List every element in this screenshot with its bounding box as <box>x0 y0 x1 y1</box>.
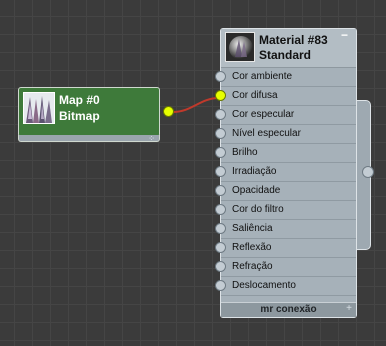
material-node-type: Standard <box>259 48 312 62</box>
map-output-socket[interactable] <box>163 106 174 117</box>
map-node-footer <box>18 135 160 142</box>
mr-connection-rollout[interactable]: mr conexão + <box>221 302 356 317</box>
slot-cor-ambiente[interactable]: Cor ambiente <box>215 68 356 87</box>
material-node-header[interactable]: Material #83 Standard − <box>221 29 356 68</box>
slot-label: Nível especular <box>232 128 301 139</box>
minus-icon[interactable]: − <box>341 29 351 41</box>
input-socket[interactable] <box>215 71 226 82</box>
slot-label: Irradiação <box>232 166 277 177</box>
map-node[interactable]: Map #0 Bitmap ⁘ <box>18 87 160 143</box>
slot-saliencia[interactable]: Saliência <box>215 220 356 239</box>
slot-irradiacao[interactable]: Irradiação <box>215 163 356 182</box>
input-socket[interactable] <box>215 242 226 253</box>
slot-refracao[interactable]: Refração <box>215 258 356 277</box>
resize-grip-icon[interactable]: ⁘ <box>148 135 155 143</box>
input-socket[interactable] <box>215 109 226 120</box>
slot-label: Cor difusa <box>232 90 278 101</box>
slot-cor-especular[interactable]: Cor especular <box>215 106 356 125</box>
slot-label: Refração <box>232 261 273 272</box>
slot-label: Saliência <box>232 223 273 234</box>
footer-label: mr conexão <box>260 304 317 315</box>
slot-opacidade[interactable]: Opacidade <box>215 182 356 201</box>
map-node-title: Map #0 <box>59 93 100 107</box>
input-socket[interactable] <box>215 223 226 234</box>
map-node-type: Bitmap <box>59 109 100 123</box>
slot-label: Deslocamento <box>232 280 296 291</box>
slot-label: Reflexão <box>232 242 272 253</box>
input-socket[interactable] <box>215 128 226 139</box>
bitmap-thumbnail <box>23 92 55 124</box>
slot-brilho[interactable]: Brilho <box>215 144 356 163</box>
material-node-title: Material #83 <box>259 33 328 47</box>
input-socket[interactable] <box>215 280 226 291</box>
slot-label: Cor especular <box>232 109 295 120</box>
slot-cor-do-filtro[interactable]: Cor do filtro <box>215 201 356 220</box>
slot-nivel-especular[interactable]: Nível especular <box>215 125 356 144</box>
material-output-socket[interactable] <box>362 166 374 178</box>
material-thumbnail <box>225 32 255 62</box>
material-node[interactable]: Material #83 Standard − Cor ambiente Cor… <box>215 28 357 318</box>
slot-deslocamento[interactable]: Deslocamento <box>215 277 356 296</box>
input-socket[interactable] <box>215 261 226 272</box>
input-socket[interactable] <box>215 185 226 196</box>
slot-label: Cor do filtro <box>232 204 284 215</box>
input-socket-connected[interactable] <box>215 90 226 101</box>
slot-reflexao[interactable]: Reflexão <box>215 239 356 258</box>
slot-label: Opacidade <box>232 185 281 196</box>
material-slot-list: Cor ambiente Cor difusa Cor especular Ní… <box>215 68 356 296</box>
slot-cor-difusa[interactable]: Cor difusa <box>215 87 356 106</box>
slot-label: Cor ambiente <box>232 71 293 82</box>
input-socket[interactable] <box>215 204 226 215</box>
connection-wire[interactable] <box>172 97 220 113</box>
slot-label: Brilho <box>232 147 258 158</box>
input-socket[interactable] <box>215 166 226 177</box>
input-socket[interactable] <box>215 147 226 158</box>
plus-icon[interactable]: + <box>346 303 352 315</box>
